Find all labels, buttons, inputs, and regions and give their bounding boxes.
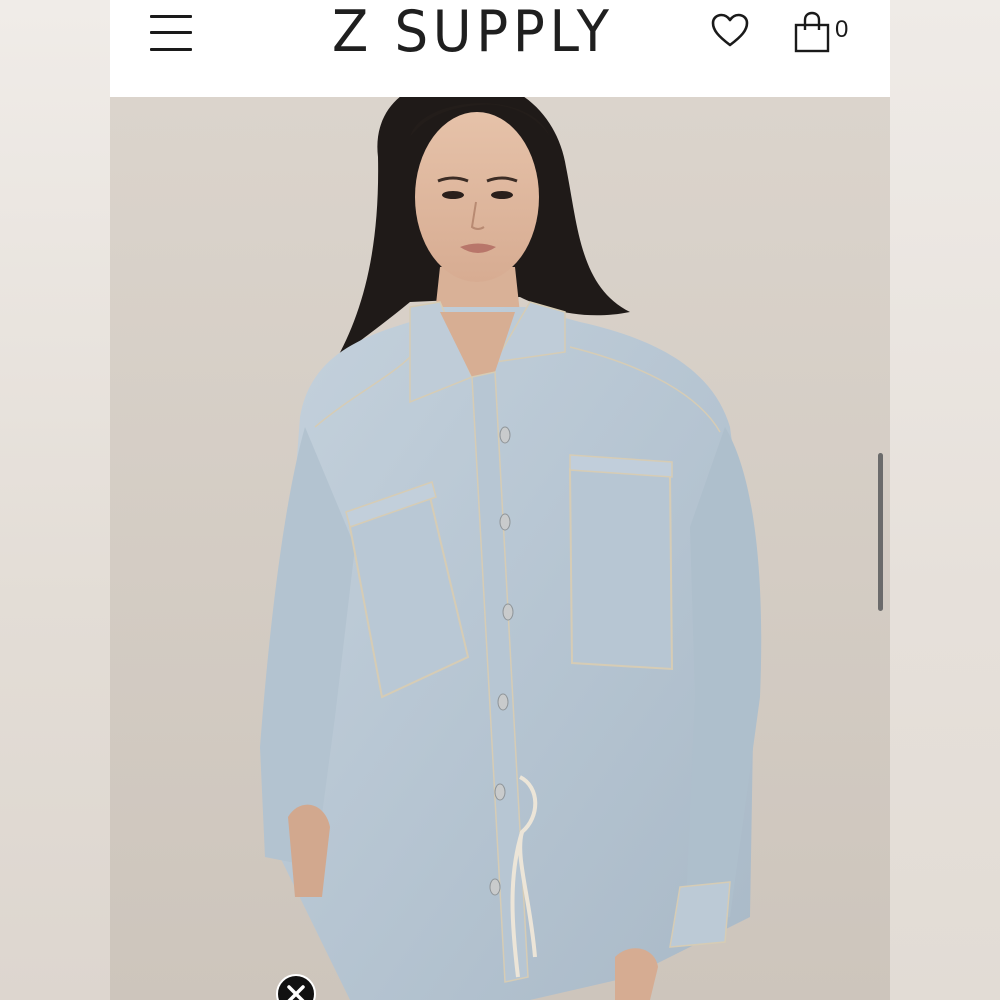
heart-icon[interactable] — [710, 12, 750, 50]
page-scrollbar[interactable] — [878, 453, 883, 611]
cart-count-badge: 0 — [835, 16, 849, 43]
hamburger-menu-icon[interactable] — [150, 14, 192, 52]
brand-logo[interactable]: Z SUPPLY — [332, 0, 639, 68]
mobile-screen: Z SUPPLY 0 — [110, 0, 890, 1000]
product-hero-image — [110, 97, 890, 1000]
shopping-bag-icon[interactable] — [793, 10, 833, 54]
backdrop-left — [0, 0, 110, 1000]
site-header: Z SUPPLY 0 — [110, 0, 890, 97]
backdrop-right — [890, 0, 1000, 1000]
model-illustration — [110, 97, 890, 1000]
